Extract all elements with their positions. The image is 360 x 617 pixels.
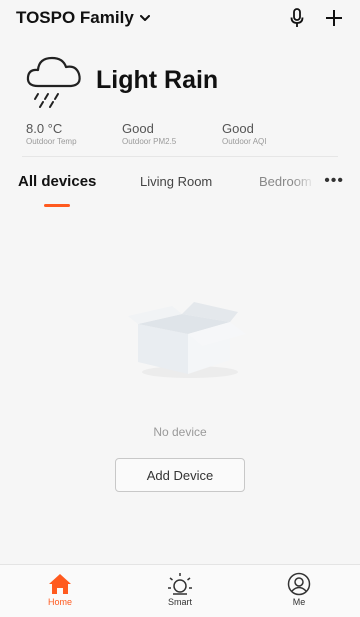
stat-outdoor-pm25: Good Outdoor PM2.5 <box>122 121 176 146</box>
nav-label: Smart <box>167 597 192 607</box>
divider <box>22 156 338 157</box>
add-device-button[interactable]: Add Device <box>115 458 245 492</box>
stat-outdoor-aqi: Good Outdoor AQI <box>222 121 266 146</box>
family-name: TOSPO Family <box>16 8 134 27</box>
weather-panel: Light Rain <box>24 52 344 112</box>
stat-value: Good <box>122 121 154 136</box>
microphone-icon[interactable] <box>286 6 308 30</box>
nav-smart[interactable]: Smart <box>145 571 215 607</box>
room-tabs: All devices Living Room Bedroom ••• <box>0 170 360 214</box>
home-icon <box>25 571 95 597</box>
sun-icon <box>145 571 215 597</box>
active-tab-indicator <box>44 204 70 207</box>
weather-stats: 8.0 °C Outdoor Temp Good Outdoor PM2.5 G… <box>26 121 346 153</box>
stat-value: Good <box>222 121 254 136</box>
stat-value: 8.0 °C <box>26 121 63 136</box>
user-icon <box>264 571 334 597</box>
tab-bedroom[interactable]: Bedroom <box>259 174 315 189</box>
no-device-message: No device <box>153 425 207 439</box>
tab-living-room[interactable]: Living Room <box>140 174 212 189</box>
family-selector[interactable]: TOSPO Family <box>16 8 150 28</box>
stat-label: Outdoor AQI <box>222 137 267 146</box>
rain-cloud-icon <box>24 52 86 108</box>
header: TOSPO Family <box>0 0 360 34</box>
nav-home[interactable]: Home <box>25 571 95 607</box>
empty-box-icon <box>128 294 248 384</box>
weather-condition: Light Rain <box>96 66 219 94</box>
add-icon[interactable] <box>322 6 346 30</box>
stat-label: Outdoor PM2.5 <box>122 137 177 146</box>
nav-me[interactable]: Me <box>264 571 334 607</box>
stat-outdoor-temp: 8.0 °C Outdoor Temp <box>26 121 77 146</box>
stat-label: Outdoor Temp <box>26 137 77 146</box>
chevron-down-icon <box>139 14 150 22</box>
more-tabs-button[interactable]: ••• <box>324 172 344 190</box>
nav-label: Home <box>47 597 72 607</box>
tab-all-devices[interactable]: All devices <box>18 173 96 190</box>
nav-label: Me <box>292 597 306 607</box>
bottom-nav: Home Smart Me <box>0 564 360 617</box>
